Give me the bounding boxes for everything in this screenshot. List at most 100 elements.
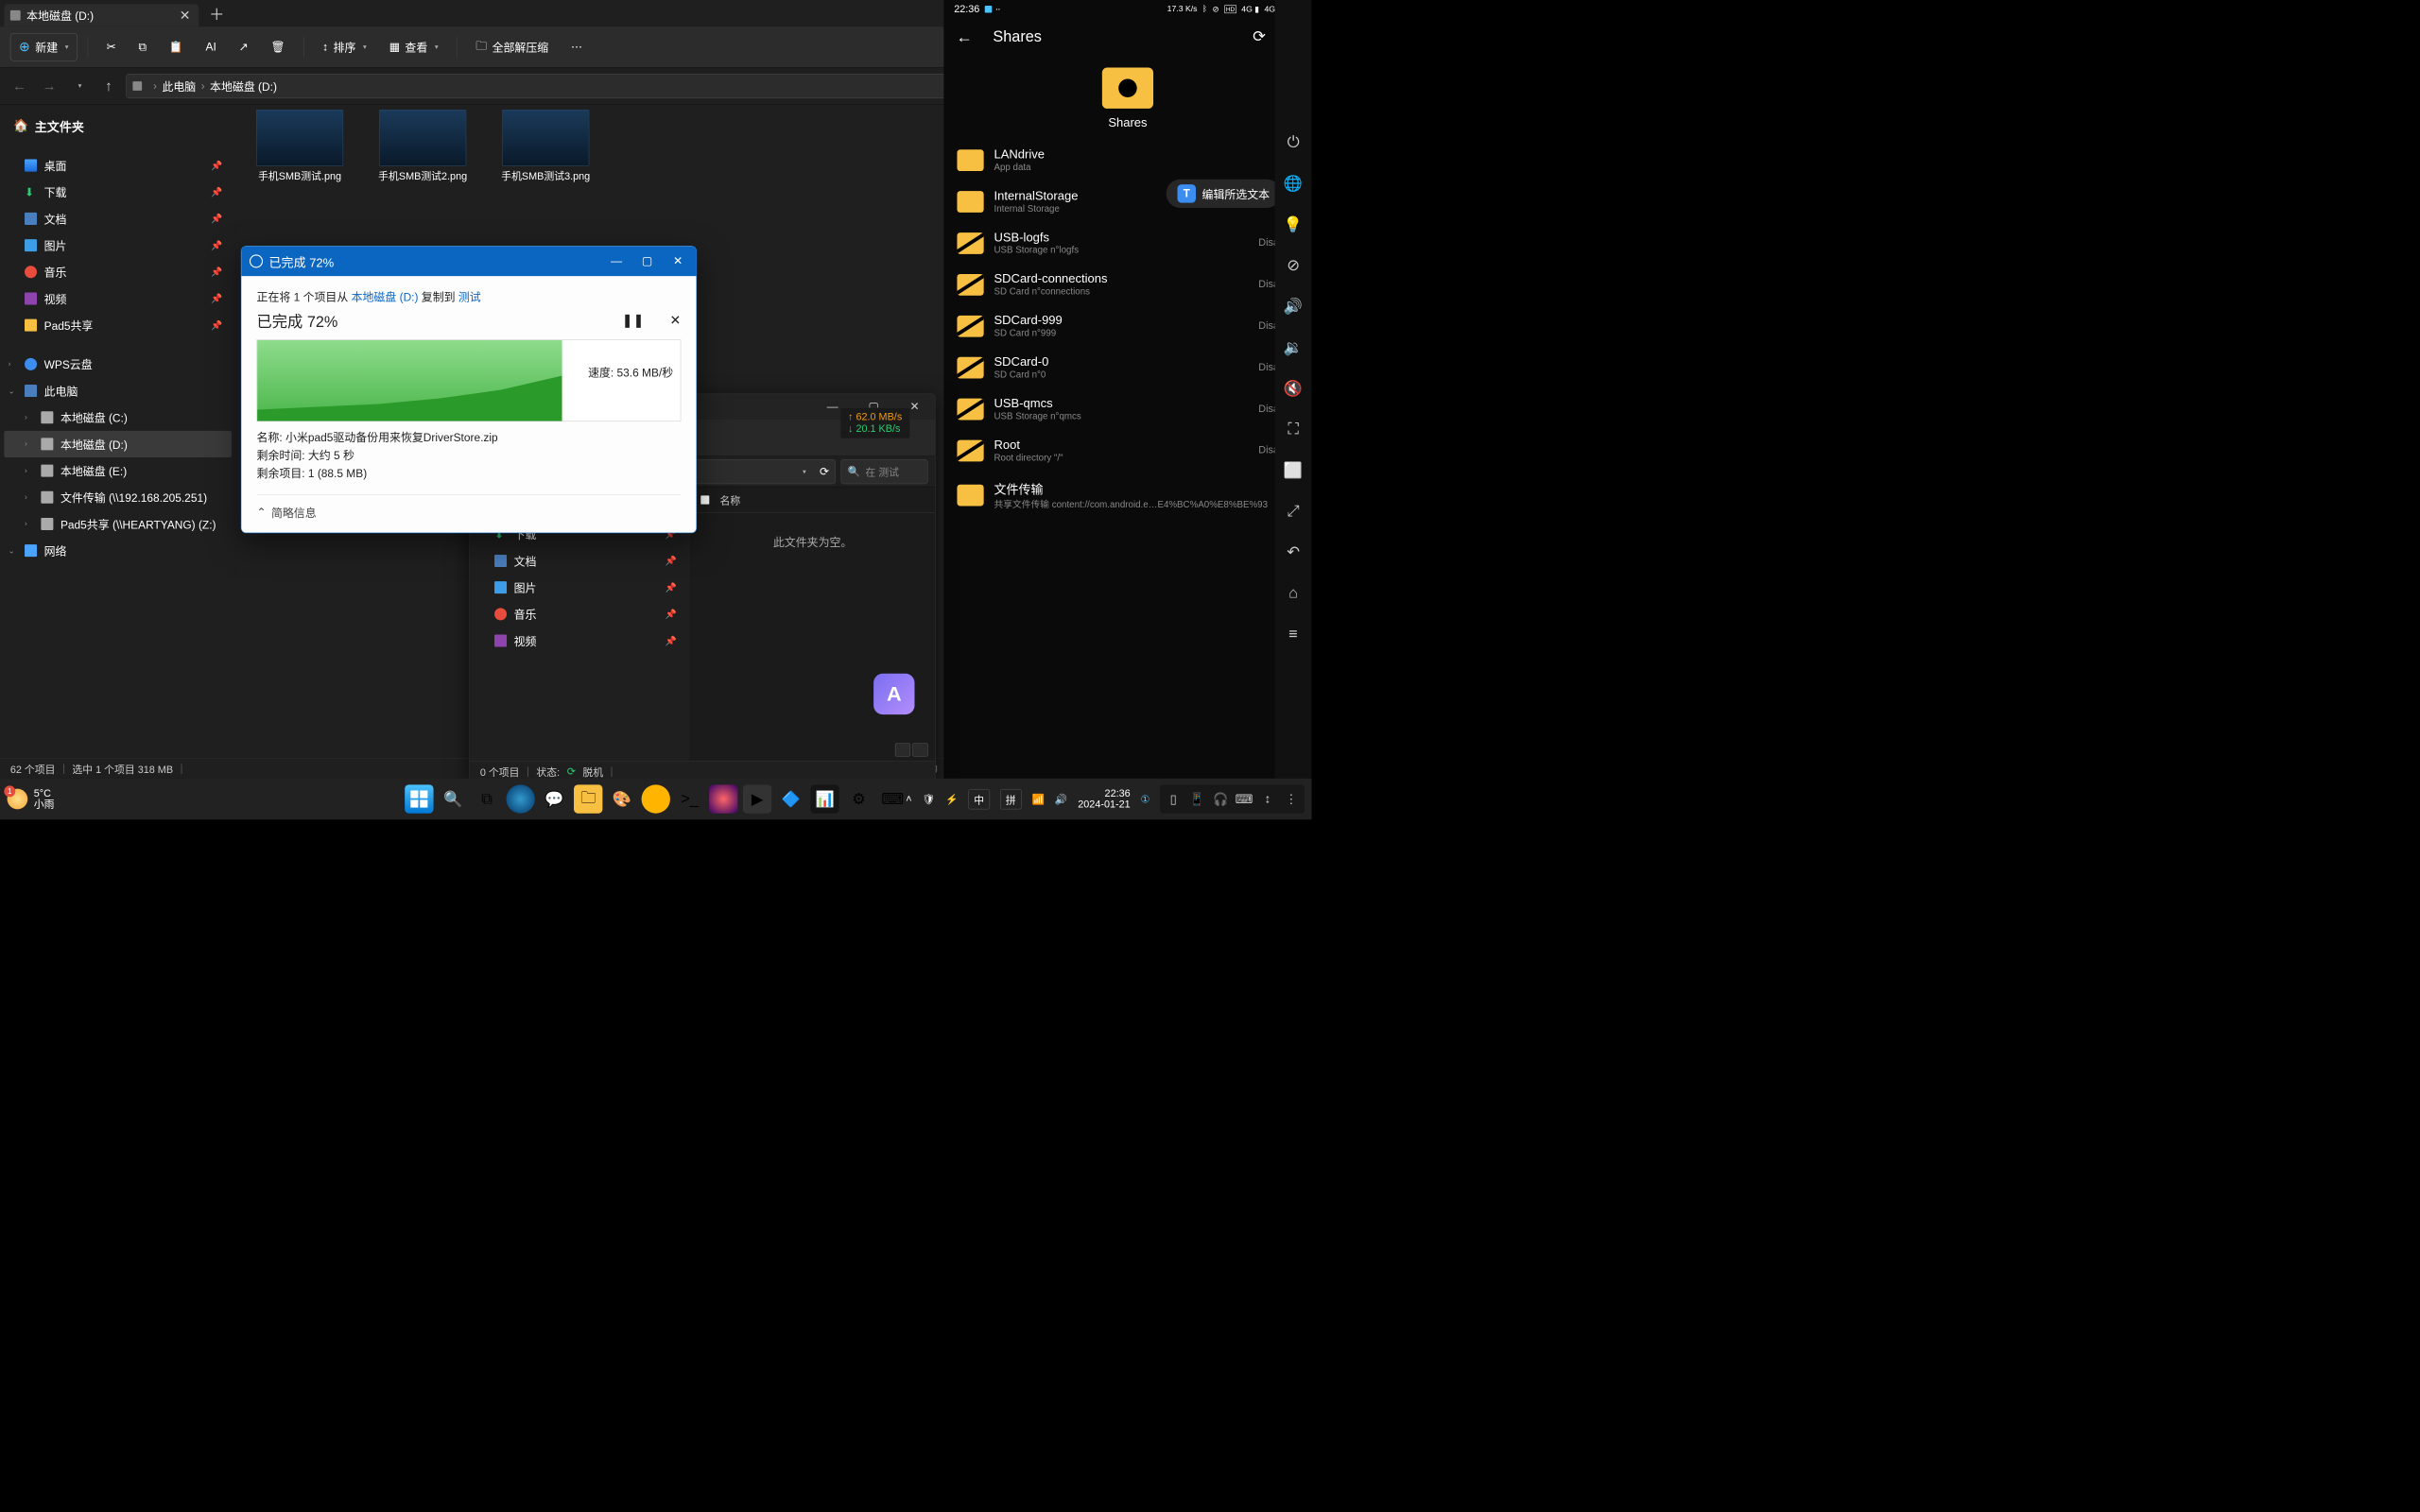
wifi-icon[interactable]: 📶 (1032, 793, 1045, 806)
ime-lang[interactable]: 中 (968, 789, 990, 809)
column-name[interactable]: 名称 (720, 492, 741, 507)
delete-button[interactable]: 🗑 (263, 35, 293, 59)
file-item[interactable]: 手机SMB测试2.png (369, 110, 476, 183)
globe-icon[interactable]: 🌐 (1284, 174, 1303, 193)
pin-icon[interactable]: 📌 (211, 266, 222, 277)
dock-icon[interactable]: ⌨ (1234, 788, 1254, 811)
sidebar-drive-e[interactable]: ›本地磁盘 (E:) (4, 457, 232, 484)
share-item[interactable]: SDCard-0 SD Card n°0 Disabled (949, 347, 1306, 388)
sidebar-documents[interactable]: 文档📌 (4, 205, 232, 232)
search-button[interactable]: 🔍 (439, 784, 467, 813)
sidebar-documents[interactable]: 文档📌 (474, 547, 685, 574)
sidebar-music[interactable]: 音乐📌 (474, 601, 685, 627)
file-item[interactable]: 手机SMB测试3.png (492, 110, 599, 183)
dialog-close-button[interactable]: ✕ (667, 254, 688, 267)
record-icon[interactable]: ⬜ (1284, 461, 1303, 480)
tray-icon[interactable]: 🛡 (922, 793, 935, 806)
new-tab-button[interactable]: ＋ (209, 2, 224, 25)
sidebar-pad5share[interactable]: Pad5共享📌 (4, 312, 232, 338)
volume-icon[interactable]: 🔊 (1055, 793, 1067, 806)
new-button[interactable]: ⊕新建▾ (10, 33, 78, 60)
sidebar-downloads[interactable]: ⬇下载📌 (4, 179, 232, 205)
sort-button[interactable]: ↕排序▾ (315, 34, 375, 60)
pin-icon[interactable]: 📌 (211, 160, 222, 170)
app-icon[interactable] (642, 784, 670, 813)
app-icon[interactable] (709, 784, 737, 813)
copy-source-link[interactable]: 本地磁盘 (D:) (352, 291, 419, 304)
refresh-button[interactable]: ⟳ (820, 465, 829, 478)
address-dropdown[interactable]: ▾ (803, 467, 806, 475)
app-icon[interactable]: 🔷 (777, 784, 805, 813)
back-button[interactable]: ← (956, 27, 972, 46)
share-item[interactable]: USB-qmcs USB Storage n°qmcs Disabled (949, 388, 1306, 430)
paint-icon[interactable]: 🎨 (608, 784, 636, 813)
start-button[interactable] (405, 784, 433, 813)
nav-up-button[interactable]: ↑ (96, 74, 121, 98)
menu-icon[interactable]: ≡ (1284, 625, 1303, 644)
refresh-button[interactable]: ⟳ (1253, 27, 1266, 46)
dialog-maximize-button[interactable]: ▢ (637, 254, 658, 267)
more-button[interactable]: ⋯ (562, 35, 590, 59)
breadcrumb-drive-d[interactable]: 本地磁盘 (D:) (210, 77, 277, 94)
sidebar-drive-d[interactable]: ›本地磁盘 (D:) (4, 431, 232, 457)
explorer-icon[interactable]: 🗀 (574, 784, 602, 813)
power-icon[interactable]: ⏻ (1284, 133, 1303, 152)
view-list-button[interactable] (912, 743, 927, 756)
notification-button[interactable]: ① (1141, 793, 1150, 806)
undo-icon[interactable]: ↶ (1284, 543, 1303, 562)
nav-forward-button[interactable]: → (37, 74, 61, 98)
task-view-button[interactable]: ⧉ (473, 784, 501, 813)
volume-icon[interactable]: 🔊 (1284, 297, 1303, 316)
cancel-button[interactable]: ✕ (670, 312, 682, 328)
sidebar-netdrive-1[interactable]: ›文件传输 (\\192.168.205.251) (4, 484, 232, 510)
dock-icon[interactable]: 🎧 (1210, 788, 1231, 811)
volume-down-icon[interactable]: 🔉 (1284, 338, 1303, 357)
sidebar-network[interactable]: ⌄网络 (4, 538, 232, 564)
paste-button[interactable]: 📋 (161, 35, 191, 59)
share-button[interactable]: ↗ (231, 35, 256, 59)
sidebar-netdrive-2[interactable]: ›Pad5共享 (\\HEARTYANG) (Z:) (4, 510, 232, 537)
dialog-minimize-button[interactable]: ― (606, 254, 627, 267)
ime-mode[interactable]: 拼 (1000, 789, 1022, 809)
pause-button[interactable]: ❚❚ (622, 312, 645, 328)
clock[interactable]: 22:362024-01-21 (1078, 788, 1130, 811)
nav-history-button[interactable]: ▾ (66, 74, 91, 98)
app-icon[interactable]: ▶ (743, 784, 771, 813)
mute-icon[interactable]: 🔇 (1284, 379, 1303, 398)
app-icon[interactable]: ⌨ (878, 784, 907, 813)
share-item[interactable]: SDCard-999 SD Card n°999 Disabled (949, 305, 1306, 347)
share-item[interactable]: Root Root directory "/" Disabled (949, 430, 1306, 472)
dock-icon[interactable]: ⋮ (1281, 788, 1302, 811)
app-icon[interactable]: 💬 (540, 784, 568, 813)
share-item[interactable]: LANdrive App data (949, 139, 1306, 180)
sidebar-desktop[interactable]: 桌面📌 (4, 152, 232, 179)
tab[interactable]: 本地磁盘 (D:) ✕ (4, 4, 199, 26)
bulb-off-icon[interactable]: ⊘ (1284, 256, 1303, 275)
settings-icon[interactable]: ⚙ (844, 784, 873, 813)
bulb-icon[interactable]: 💡 (1284, 215, 1303, 234)
extract-all-button[interactable]: 🗀全部解压缩 (468, 32, 557, 61)
sidebar-videos[interactable]: 视频📌 (4, 285, 232, 312)
sidebar-thispc[interactable]: ⌄此电脑 (4, 377, 232, 404)
terminal-icon[interactable]: >_ (675, 784, 703, 813)
file-item[interactable]: 手机SMB测试.png (246, 110, 354, 183)
share-item[interactable]: 文件传输 共享文件传输 content://com.android.e…E4%B… (949, 472, 1306, 519)
close-tab-icon[interactable]: ✕ (180, 8, 191, 24)
expand-icon[interactable]: ⤢ (1284, 502, 1303, 521)
app-icon[interactable]: 📊 (810, 784, 838, 813)
dock-icon[interactable]: ↕ (1257, 788, 1278, 811)
pin-icon[interactable]: 📌 (211, 214, 222, 224)
dock-icon[interactable]: ▯ (1163, 788, 1184, 811)
sidebar-pictures[interactable]: 图片📌 (474, 575, 685, 601)
pin-icon[interactable]: 📌 (211, 319, 222, 330)
share-item[interactable]: USB-logfs USB Storage n°logfs Disabled (949, 222, 1306, 264)
sidebar-home[interactable]: 🏠主文件夹 (4, 112, 232, 140)
view-details-button[interactable] (895, 743, 910, 756)
sidebar-videos[interactable]: 视频📌 (474, 627, 685, 654)
sidebar-pictures[interactable]: 图片📌 (4, 232, 232, 259)
crop-icon[interactable]: ⛶ (1284, 420, 1303, 438)
select-all-checkbox[interactable] (700, 495, 710, 505)
copy-button[interactable]: ⧉ (130, 35, 155, 59)
edit-text-chip[interactable]: T 编辑所选文本 (1167, 180, 1281, 208)
sidebar-drive-c[interactable]: ›本地磁盘 (C:) (4, 404, 232, 431)
